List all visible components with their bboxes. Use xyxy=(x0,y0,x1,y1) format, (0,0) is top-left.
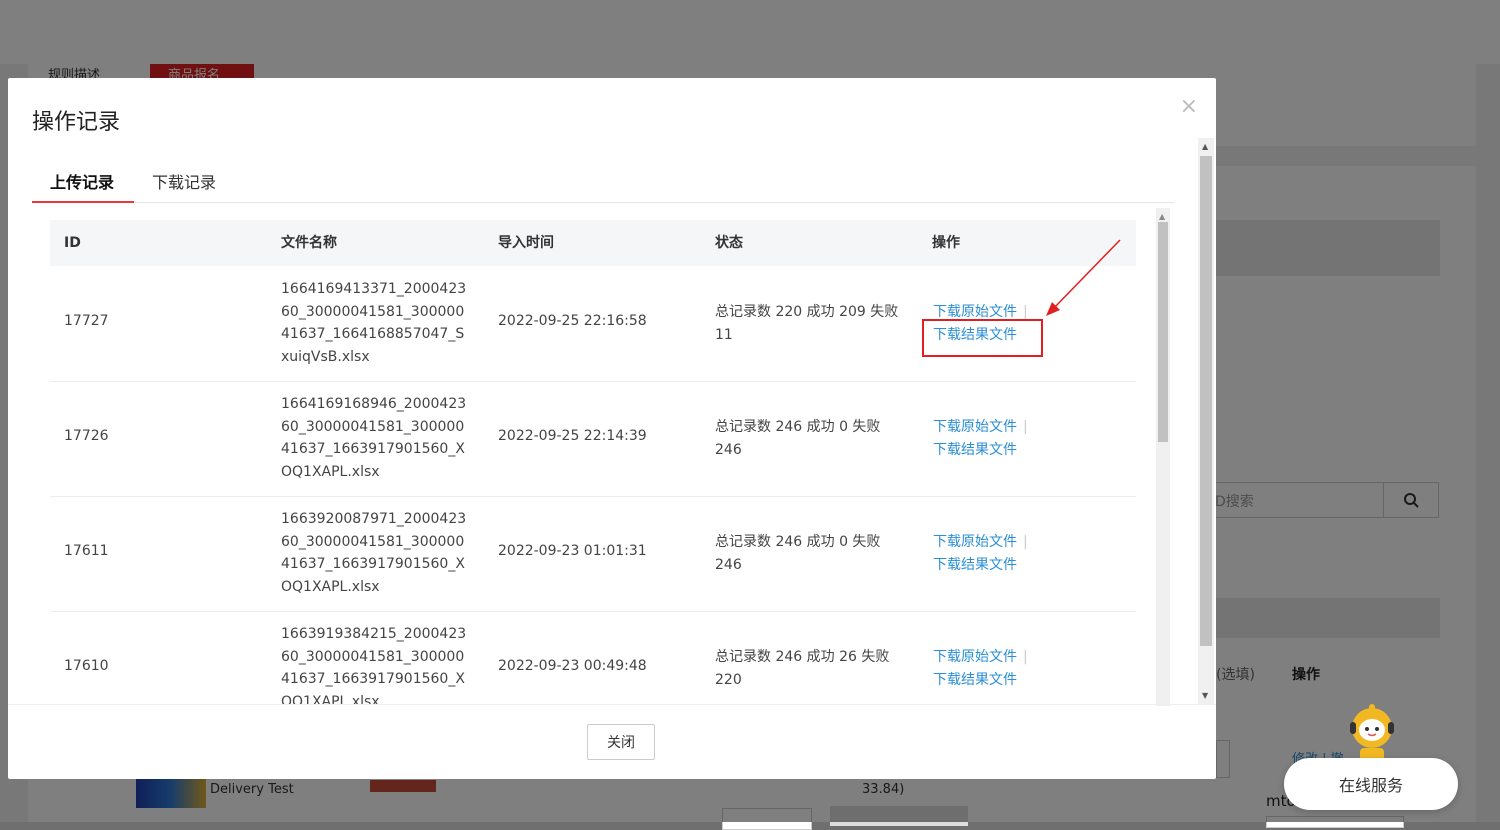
scroll-up-icon[interactable]: ▲ xyxy=(1159,212,1165,221)
download-result-link[interactable]: 下载结果文件 xyxy=(933,554,1028,577)
row-id: 17727 xyxy=(64,313,109,329)
row-file-name: 1663919384215_200042360_30000041581_3000… xyxy=(281,626,467,704)
active-tab-indicator xyxy=(32,201,134,203)
tab-download-records[interactable]: 下载记录 xyxy=(152,170,216,202)
annotation-highlight-box xyxy=(922,319,1043,357)
row-status: 总记录数 220 成功 209 失败 11 xyxy=(715,304,899,343)
row-actions: 下载原始文件 | 下载结果文件 xyxy=(933,531,1028,576)
row-id: 17610 xyxy=(64,658,109,674)
row-actions: 下载原始文件 | 下载结果文件 xyxy=(933,416,1028,461)
online-service-button[interactable]: 在线服务 xyxy=(1284,758,1458,810)
row-actions: 下载原始文件 | 下载结果文件 xyxy=(933,646,1028,691)
col-header-id: ID xyxy=(64,235,81,251)
download-original-link[interactable]: 下载原始文件 | xyxy=(933,416,1028,439)
row-file-name: 1664169168946_200042360_30000041581_3000… xyxy=(281,396,467,480)
download-result-link[interactable]: 下载结果文件 xyxy=(933,669,1028,692)
table-row: 17610 1663919384215_200042360_3000004158… xyxy=(50,611,1136,704)
tab-bar: 上传记录 下载记录 xyxy=(32,170,1174,203)
table-row: 17611 1663920087971_200042360_3000004158… xyxy=(50,496,1136,612)
annotation-arrow-icon xyxy=(1046,239,1121,316)
modal-footer: 关闭 xyxy=(8,704,1216,780)
table-row: 17726 1664169168946_200042360_3000004158… xyxy=(50,381,1136,497)
download-original-link[interactable]: 下载原始文件 | xyxy=(933,531,1028,554)
scroll-up-icon[interactable]: ▲ xyxy=(1202,142,1208,151)
row-import-time: 2022-09-25 22:14:39 xyxy=(498,428,647,444)
modal-title: 操作记录 xyxy=(32,110,121,135)
download-original-link[interactable]: 下载原始文件 | xyxy=(933,646,1028,669)
row-file-name: 1663920087971_200042360_30000041581_3000… xyxy=(281,511,467,595)
row-import-time: 2022-09-23 00:49:48 xyxy=(498,658,647,674)
modal-scrollbar[interactable]: ▲ ▼ xyxy=(1198,138,1214,704)
row-status: 总记录数 246 成功 0 失败 246 xyxy=(715,419,881,458)
modal-scrollbar-thumb[interactable] xyxy=(1200,156,1212,646)
download-result-link[interactable]: 下载结果文件 xyxy=(933,439,1028,462)
table-scrollbar[interactable]: ▲ xyxy=(1156,208,1170,706)
records-table: ID 文件名称 导入时间 状态 操作 17727 1664169413371_2… xyxy=(50,220,1136,704)
row-import-time: 2022-09-25 22:16:58 xyxy=(498,313,647,329)
row-status: 总记录数 246 成功 0 失败 246 xyxy=(715,534,881,573)
row-import-time: 2022-09-23 01:01:31 xyxy=(498,543,647,559)
col-header-ops: 操作 xyxy=(932,235,960,251)
close-icon[interactable]: × xyxy=(1180,94,1198,119)
operation-records-modal: 操作记录 × 上传记录 下载记录 ID 文件名称 导入时间 状态 操作 1772… xyxy=(8,78,1216,779)
table-header: ID 文件名称 导入时间 状态 操作 xyxy=(50,220,1136,266)
row-id: 17611 xyxy=(64,543,109,559)
robot-mascot-icon[interactable] xyxy=(1340,702,1404,762)
close-button[interactable]: 关闭 xyxy=(587,724,655,760)
col-header-file: 文件名称 xyxy=(281,235,337,251)
table-scrollbar-thumb[interactable] xyxy=(1158,222,1168,442)
tab-upload-records[interactable]: 上传记录 xyxy=(50,170,114,202)
scroll-down-icon[interactable]: ▼ xyxy=(1202,691,1208,700)
col-header-status: 状态 xyxy=(715,235,743,251)
row-status: 总记录数 246 成功 26 失败 220 xyxy=(715,649,890,688)
col-header-time: 导入时间 xyxy=(498,235,554,251)
row-file-name: 1664169413371_200042360_30000041581_3000… xyxy=(281,281,467,365)
row-id: 17726 xyxy=(64,428,109,444)
